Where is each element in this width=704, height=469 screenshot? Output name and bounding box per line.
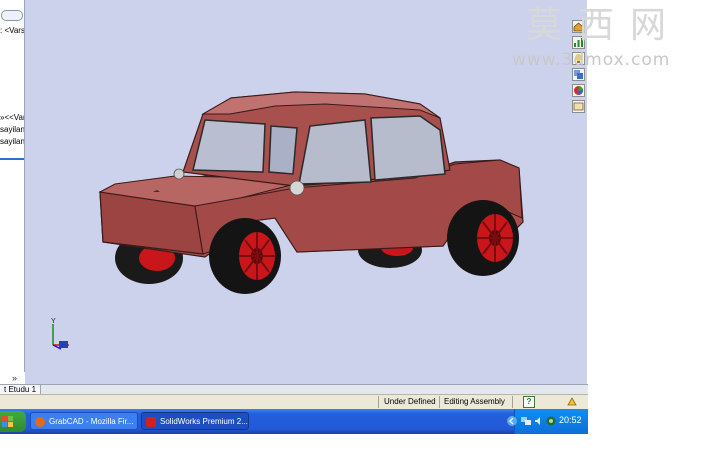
firefox-icon bbox=[35, 417, 45, 427]
taskbar-firefox[interactable]: GrabCAD - Mozilla Fir... bbox=[30, 412, 138, 430]
front-left-wheel bbox=[209, 218, 281, 294]
taskbar-label: SolidWorks Premium 2... bbox=[160, 417, 248, 426]
system-tray: 20:52 bbox=[507, 409, 588, 434]
axis-triad bbox=[52, 324, 69, 350]
windshield-right bbox=[268, 125, 298, 175]
start-button[interactable] bbox=[0, 411, 26, 432]
rebuild-icon[interactable] bbox=[566, 396, 578, 408]
home-view-icon[interactable] bbox=[572, 20, 585, 33]
windows-taskbar: GrabCAD - Mozilla Fir... SolidWorks Prem… bbox=[0, 409, 588, 434]
windows-logo-icon bbox=[2, 416, 13, 427]
graphics-viewport[interactable]: Y bbox=[25, 0, 571, 384]
appearance-icon[interactable] bbox=[572, 84, 585, 97]
clock: 20:52 bbox=[559, 415, 582, 425]
panel-scroll-handle[interactable] bbox=[1, 10, 23, 21]
taskbar-label: GrabCAD - Mozilla Fir... bbox=[49, 417, 134, 426]
left-mirror bbox=[173, 168, 185, 180]
tree-item[interactable]: »<<Var bbox=[0, 113, 24, 122]
status-separator bbox=[512, 396, 513, 408]
chart-view-icon[interactable] bbox=[572, 36, 585, 49]
front-right-wheel bbox=[447, 200, 519, 276]
status-definition: Under Defined bbox=[384, 397, 436, 406]
status-bar: Under Defined Editing Assembly ? bbox=[0, 394, 588, 410]
help-icon[interactable]: ? bbox=[523, 396, 535, 408]
solidworks-icon bbox=[146, 417, 156, 427]
tray-expand-icon[interactable] bbox=[507, 416, 517, 426]
status-separator bbox=[378, 396, 379, 408]
right-mirror bbox=[289, 180, 305, 196]
light-bulb-icon[interactable] bbox=[572, 52, 585, 65]
windshield bbox=[192, 119, 266, 173]
volume-icon[interactable] bbox=[534, 416, 544, 426]
scroll-right-arrow[interactable]: » bbox=[12, 373, 24, 383]
rear-side-window bbox=[370, 115, 446, 181]
scene-icon[interactable] bbox=[572, 100, 585, 113]
status-separator bbox=[439, 396, 440, 408]
tree-item[interactable]: sayilan bbox=[0, 125, 24, 134]
security-icon[interactable] bbox=[546, 416, 556, 426]
status-mode: Editing Assembly bbox=[444, 397, 505, 406]
taskbar-solidworks[interactable]: SolidWorks Premium 2... bbox=[141, 412, 249, 430]
network-icon[interactable] bbox=[521, 416, 531, 426]
tree-item[interactable]: sayilan bbox=[0, 137, 24, 146]
view-toolbar bbox=[571, 0, 587, 384]
front-side-window bbox=[298, 119, 372, 185]
layers-icon[interactable] bbox=[572, 68, 585, 81]
car-model[interactable]: Y bbox=[25, 0, 571, 384]
tree-item[interactable]: : <Vars- bbox=[0, 26, 24, 35]
solidworks-window: : <Vars- »<<Var sayilan sayilan » Y t Et… bbox=[0, 0, 588, 434]
tab-motion-study[interactable]: t Etudu 1 bbox=[0, 385, 42, 394]
selection-divider bbox=[0, 158, 24, 160]
axis-y-label: Y bbox=[51, 318, 56, 325]
feature-manager-panel: : <Vars- »<<Var sayilan sayilan bbox=[0, 0, 25, 372]
